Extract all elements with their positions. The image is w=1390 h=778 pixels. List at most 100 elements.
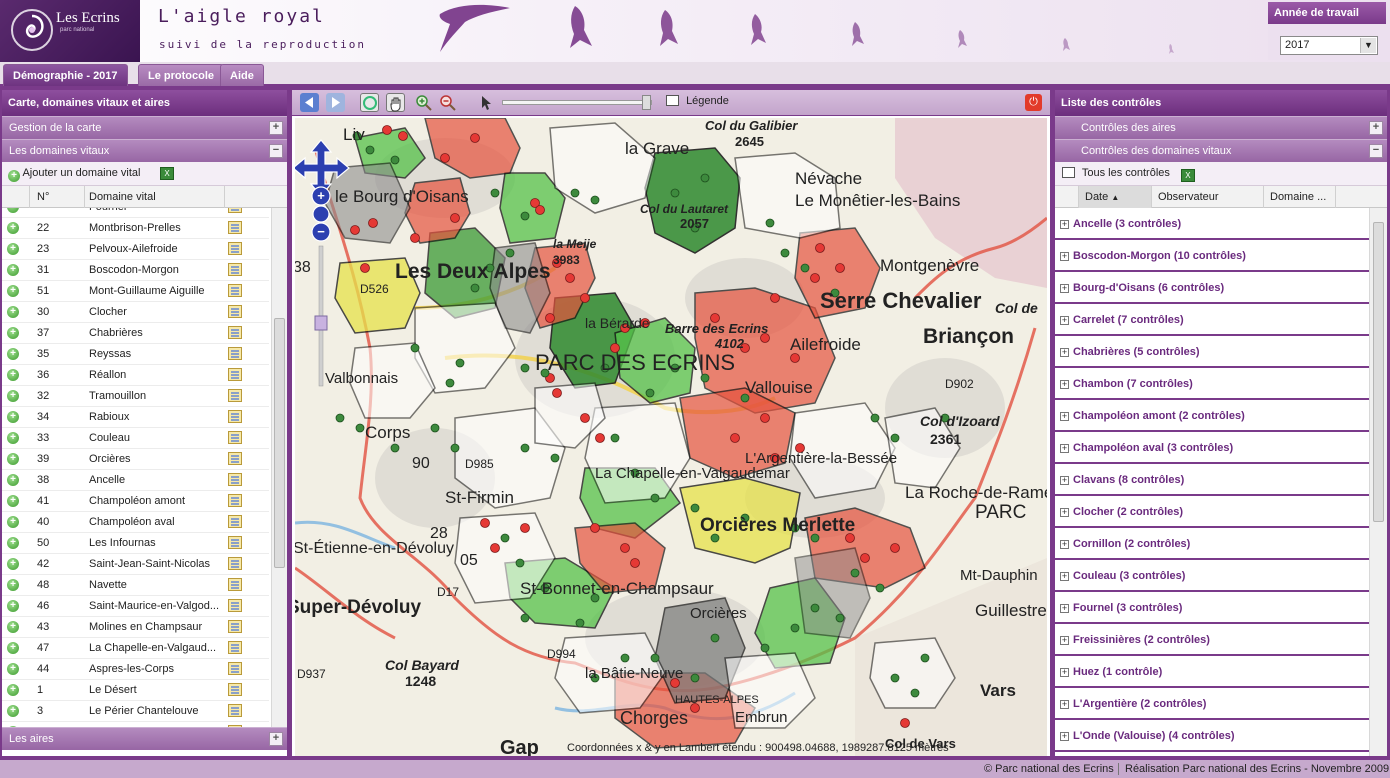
control-point-green[interactable] [760,643,770,653]
expand-group-icon[interactable]: + [1060,444,1069,453]
domain-row[interactable]: +42 Saint-Jean-Saint-Nicolas [2,554,269,575]
opacity-slider-handle[interactable] [642,95,651,110]
control-point-green[interactable] [910,688,920,698]
expand-group-icon[interactable]: + [1060,412,1069,421]
edit-icon[interactable] [228,473,242,486]
add-control-icon[interactable]: + [7,348,19,360]
zoom-extent-icon[interactable] [360,93,379,112]
control-point-green[interactable] [670,188,680,198]
control-point-green[interactable] [575,618,585,628]
domain-row[interactable]: +39 Orcières [2,449,269,470]
control-point-green[interactable] [365,145,375,155]
control-point-green[interactable] [650,653,660,663]
control-point-green[interactable] [650,493,660,503]
add-control-icon[interactable]: + [7,411,19,423]
control-group-row[interactable]: + L'Onde (Valouise) (4 contrôles) [1055,720,1369,752]
scrollbar-thumb[interactable] [1373,222,1384,522]
control-point-green[interactable] [810,603,820,613]
expand-icon[interactable]: + [269,121,283,135]
control-point-red[interactable] [810,273,820,283]
control-point-green[interactable] [505,248,515,258]
control-point-red[interactable] [790,353,800,363]
add-domain-button[interactable]: + Ajouter un domaine vital [8,167,140,182]
control-point-green[interactable] [455,358,465,368]
edit-icon[interactable] [228,557,242,570]
domain-row[interactable]: +34 Rabioux [2,407,269,428]
control-point-red[interactable] [835,263,845,273]
expand-group-icon[interactable]: + [1060,316,1069,325]
control-group-row[interactable]: + Carrelet (7 contrôles) [1055,304,1369,336]
expand-icon[interactable]: + [1369,121,1383,135]
control-point-red[interactable] [382,125,392,135]
domain-row[interactable]: +22 Montbrison-Prelles [2,218,269,239]
select-pointer-icon[interactable] [476,93,495,112]
domain-row[interactable]: +47 La Chapelle-en-Valgaud... [2,638,269,659]
control-point-green[interactable] [690,673,700,683]
column-domain[interactable]: Domaine ... [1264,186,1336,208]
expand-group-icon[interactable]: + [1060,284,1069,293]
control-point-red[interactable] [368,218,378,228]
add-control-icon[interactable]: + [7,663,19,675]
domain-row[interactable]: +38 Ancelle [2,470,269,491]
control-point-green[interactable] [410,343,420,353]
section-map-management[interactable]: Gestion de la carte + [2,116,287,139]
control-point-green[interactable] [520,363,530,373]
add-control-icon[interactable]: + [7,705,19,717]
control-group-row[interactable]: + Clocher (2 contrôles) [1055,496,1369,528]
map-canvas[interactable]: Col du Galibier 2645 la Grave Col du Lautar… [295,118,1047,756]
add-control-icon[interactable]: + [7,495,19,507]
control-point-green[interactable] [765,218,775,228]
expand-group-icon[interactable]: + [1060,604,1069,613]
domain-row[interactable]: +23 Pelvoux-Ailefroide [2,239,269,260]
pan-hand-icon[interactable] [386,93,405,112]
domain-row[interactable]: +43 Molines en Champsaur [2,617,269,638]
tab-demographie[interactable]: Démographie - 2017 [3,64,128,86]
edit-icon[interactable] [228,284,242,297]
control-group-row[interactable]: + Freissinières (2 contrôles) [1055,624,1369,656]
control-point-green[interactable] [870,413,880,423]
control-group-row[interactable]: + Huez (1 contrôle) [1055,656,1369,688]
control-group-row[interactable]: + Boscodon-Morgon (10 contrôles) [1055,240,1369,272]
edit-icon[interactable] [228,704,242,717]
control-point-red[interactable] [730,433,740,443]
control-point-green[interactable] [430,423,440,433]
control-point-red[interactable] [450,213,460,223]
edit-icon[interactable] [228,305,242,318]
add-control-icon[interactable]: + [7,516,19,528]
control-point-green[interactable] [500,533,510,543]
export-excel-icon[interactable]: X [160,167,174,180]
map-svg[interactable]: Col du Galibier2645 la Grave Col du Lautar… [295,118,1047,756]
section-domain-controls[interactable]: Contrôles des domaines vitaux − [1055,139,1387,162]
control-point-red[interactable] [480,518,490,528]
control-point-green[interactable] [520,613,530,623]
control-point-red[interactable] [360,263,370,273]
edit-icon[interactable] [228,431,242,444]
control-point-red[interactable] [552,388,562,398]
expand-group-icon[interactable]: + [1060,732,1069,741]
expand-group-icon[interactable]: + [1060,380,1069,389]
control-point-green[interactable] [520,443,530,453]
domain-row[interactable]: +35 Reyssas [2,344,269,365]
control-point-green[interactable] [700,173,710,183]
control-point-green[interactable] [710,633,720,643]
control-point-green[interactable] [620,653,630,663]
domain-row[interactable]: + Fournel [2,208,269,218]
control-point-red[interactable] [410,233,420,243]
add-control-icon[interactable]: + [7,327,19,339]
control-group-row[interactable]: + Champoléon amont (2 contrôles) [1055,400,1369,432]
control-point-green[interactable] [470,283,480,293]
control-point-red[interactable] [350,225,360,235]
control-point-green[interactable] [490,188,500,198]
control-point-red[interactable] [815,243,825,253]
edit-icon[interactable] [228,389,242,402]
edit-icon[interactable] [228,494,242,507]
edit-icon[interactable] [228,578,242,591]
expand-group-icon[interactable]: + [1060,540,1069,549]
control-point-green[interactable] [850,568,860,578]
control-point-green[interactable] [800,263,810,273]
domain-row[interactable]: +46 Saint-Maurice-en-Valgod... [2,596,269,617]
edit-icon[interactable] [228,410,242,423]
expand-group-icon[interactable]: + [1060,636,1069,645]
control-point-green[interactable] [920,653,930,663]
forward-arrow-icon[interactable] [326,93,345,112]
